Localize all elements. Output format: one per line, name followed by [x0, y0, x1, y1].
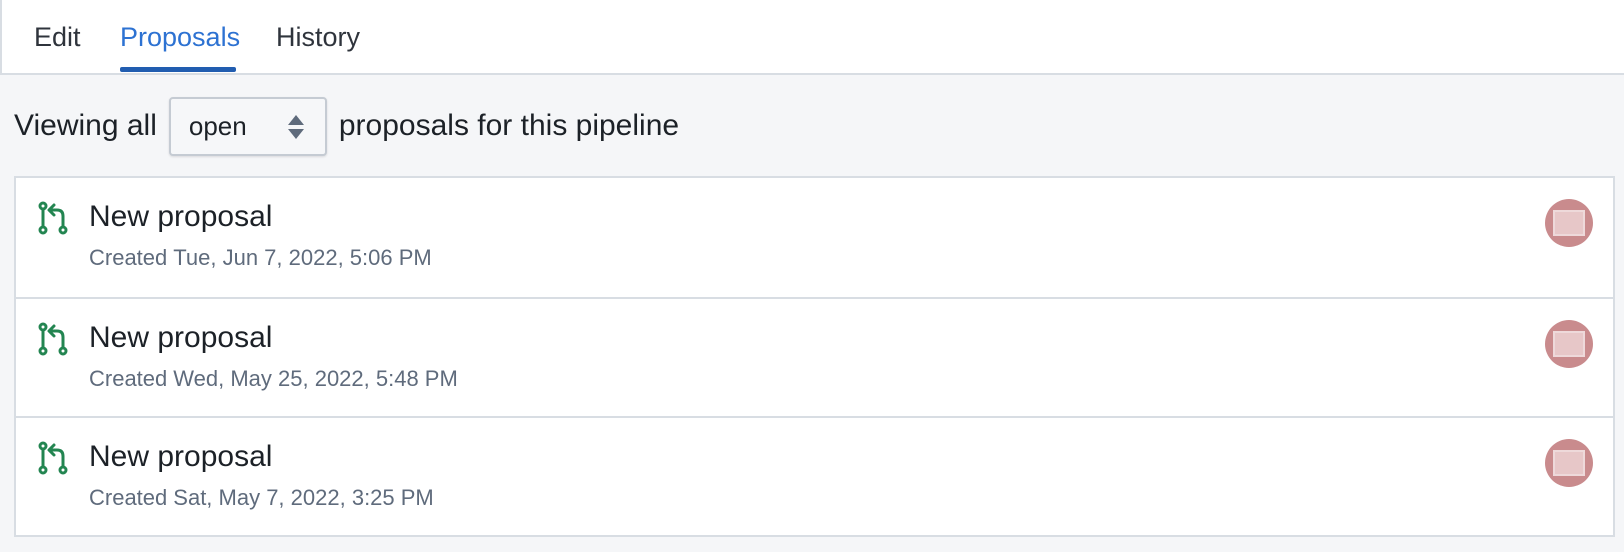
- avatar-image: [1553, 331, 1585, 357]
- tab-history[interactable]: History: [276, 22, 360, 53]
- proposal-row[interactable]: New proposal Created Sat, May 7, 2022, 3:…: [16, 416, 1613, 535]
- filter-prefix-label: Viewing all: [14, 109, 157, 142]
- proposal-created: Created Tue, Jun 7, 2022, 5:06 PM: [89, 245, 432, 271]
- avatar[interactable]: [1545, 199, 1593, 247]
- created-date: Sat, May 7, 2022, 3:25 PM: [173, 485, 434, 510]
- proposal-title: New proposal: [89, 200, 273, 233]
- proposal-filter-bar: Viewing all open proposals for this pipe…: [14, 96, 680, 156]
- proposal-list: New proposal Created Tue, Jun 7, 2022, 5:…: [14, 176, 1615, 537]
- proposal-row[interactable]: New proposal Created Tue, Jun 7, 2022, 5:…: [16, 178, 1613, 297]
- proposal-created: Created Sat, May 7, 2022, 3:25 PM: [89, 485, 434, 511]
- proposal-title: New proposal: [89, 440, 273, 473]
- tab-bar: Edit Proposals History: [0, 0, 1624, 75]
- status-select-value: open: [188, 110, 247, 141]
- created-date: Tue, Jun 7, 2022, 5:06 PM: [173, 245, 432, 270]
- avatar-image: [1553, 450, 1585, 476]
- filter-suffix-label: proposals for this pipeline: [338, 109, 680, 142]
- active-tab-indicator: [120, 67, 236, 72]
- tab-proposals[interactable]: Proposals: [120, 22, 240, 53]
- git-pull-icon: [38, 322, 68, 356]
- created-label: Created: [89, 366, 168, 391]
- avatar[interactable]: [1545, 320, 1593, 368]
- created-label: Created: [89, 485, 168, 510]
- status-select[interactable]: open: [168, 96, 327, 156]
- git-pull-icon: [38, 441, 68, 475]
- double-caret-vertical-icon: [287, 114, 304, 139]
- git-pull-icon: [38, 201, 68, 235]
- avatar-image: [1553, 210, 1585, 236]
- proposal-title: New proposal: [89, 321, 273, 354]
- proposal-created: Created Wed, May 25, 2022, 5:48 PM: [89, 366, 458, 392]
- created-date: Wed, May 25, 2022, 5:48 PM: [173, 366, 458, 391]
- tab-edit[interactable]: Edit: [34, 22, 81, 53]
- avatar[interactable]: [1545, 439, 1593, 487]
- proposal-row[interactable]: New proposal Created Wed, May 25, 2022, 5…: [16, 297, 1613, 416]
- created-label: Created: [89, 245, 168, 270]
